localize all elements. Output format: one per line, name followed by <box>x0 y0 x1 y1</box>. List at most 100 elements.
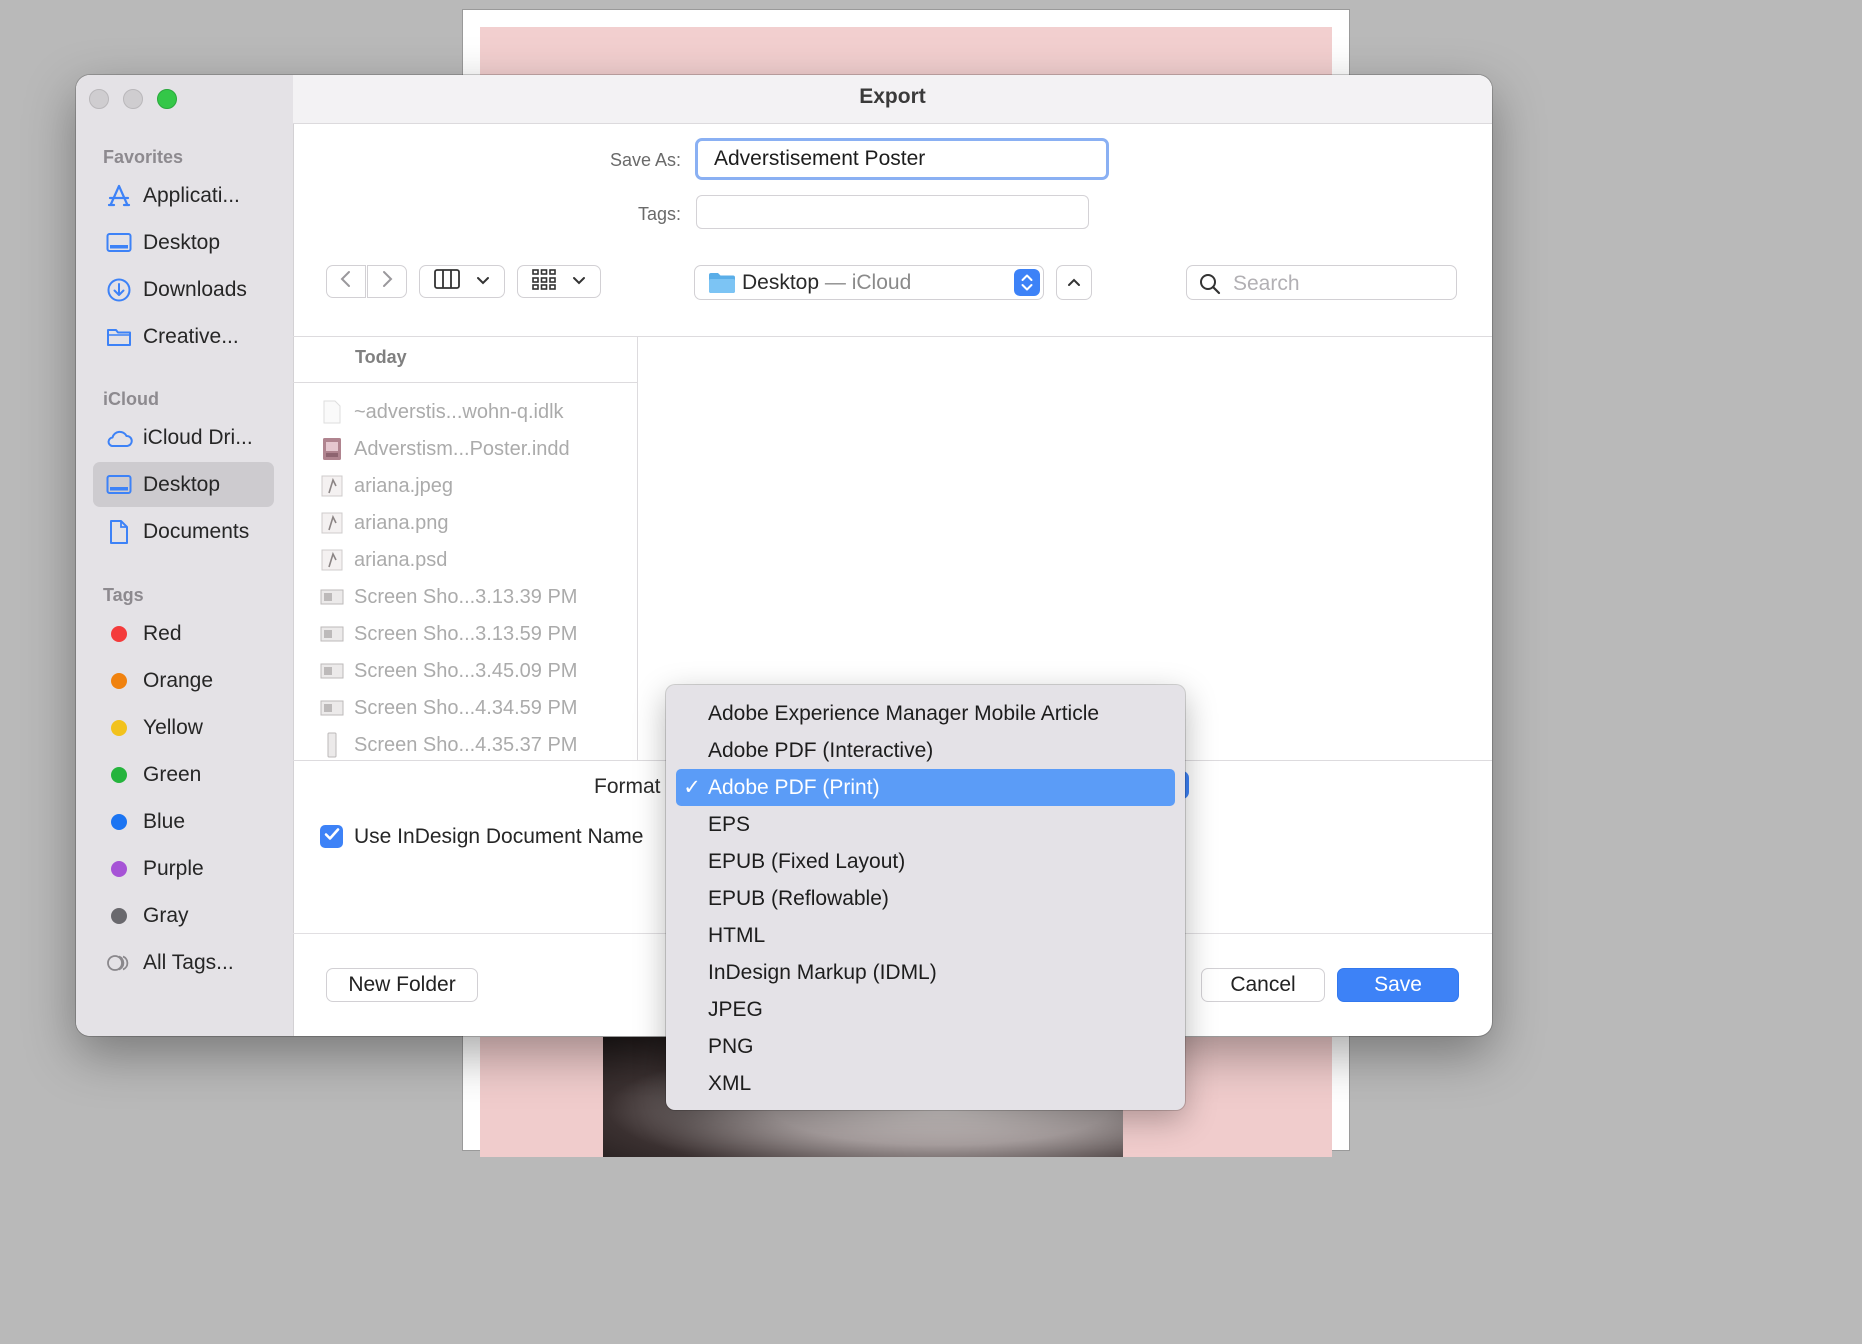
file-name: Adverstism...Poster.indd <box>354 437 570 460</box>
column-divider <box>637 336 638 760</box>
folder-icon <box>708 272 736 299</box>
sidebar-item-label: Documents <box>143 519 250 543</box>
sidebar-tag-orange[interactable]: Orange <box>93 658 274 703</box>
sidebar-item-downloads[interactable]: Downloads <box>93 267 274 312</box>
menu-item-aem-mobile-article[interactable]: Adobe Experience Manager Mobile Article <box>676 695 1175 732</box>
menu-item-jpeg[interactable]: JPEG <box>676 991 1175 1028</box>
screenshot-file-icon <box>320 584 344 610</box>
menu-item-epub-reflowable[interactable]: EPUB (Reflowable) <box>676 880 1175 917</box>
menu-item-idml[interactable]: InDesign Markup (IDML) <box>676 954 1175 991</box>
save-button[interactable]: Save <box>1337 968 1459 1002</box>
sidebar-tag-yellow[interactable]: Yellow <box>93 705 274 750</box>
checkmark-icon <box>324 827 340 846</box>
list-item[interactable]: Screen Sho...4.35.37 PM <box>320 730 577 760</box>
sidebar: Favorites Applicati... Desktop Downloads… <box>76 75 294 1036</box>
sidebar-item-desktop-favorite[interactable]: Desktop <box>93 220 274 265</box>
file-name: ariana.png <box>354 511 449 534</box>
title-bar: Export <box>293 75 1492 124</box>
sidebar-tag-blue[interactable]: Blue <box>93 799 274 844</box>
file-name: Screen Sho...3.45.09 PM <box>354 659 578 682</box>
use-document-name-checkbox[interactable] <box>320 825 343 848</box>
checkmark-icon: ✓ <box>683 776 701 799</box>
list-item[interactable]: Adverstism...Poster.indd <box>320 434 570 464</box>
menu-item-pdf-interactive[interactable]: Adobe PDF (Interactive) <box>676 732 1175 769</box>
list-item[interactable]: ~adverstis...wohn-q.idlk <box>320 397 564 427</box>
file-name: Screen Sho...3.13.59 PM <box>354 622 578 645</box>
menu-item-label: XML <box>708 1071 752 1095</box>
zoom-window-button[interactable] <box>157 89 177 109</box>
columns-view-icon <box>434 269 460 294</box>
folder-icon <box>105 323 133 351</box>
chevron-right-icon <box>380 269 394 294</box>
list-item[interactable]: Screen Sho...3.45.09 PM <box>320 656 577 686</box>
sidebar-item-label: Desktop <box>143 472 221 496</box>
location-popup[interactable]: Desktop — iCloud <box>694 265 1044 300</box>
list-item[interactable]: ariana.png <box>320 508 449 538</box>
image-file-icon <box>320 473 344 499</box>
sidebar-item-label: Downloads <box>143 277 247 301</box>
menu-item-png[interactable]: PNG <box>676 1028 1175 1065</box>
indesign-file-icon <box>320 436 344 462</box>
list-item[interactable]: Screen Sho...3.13.59 PM <box>320 619 577 649</box>
gray-tag-icon <box>105 902 133 930</box>
sidebar-tag-red[interactable]: Red <box>93 611 274 656</box>
group-by-button[interactable] <box>517 265 601 298</box>
sidebar-item-label: Purple <box>143 856 204 880</box>
sidebar-item-desktop-icloud[interactable]: Desktop <box>93 462 274 507</box>
cancel-button[interactable]: Cancel <box>1201 968 1325 1002</box>
purple-tag-icon <box>105 855 133 883</box>
menu-item-epub-fixed[interactable]: EPUB (Fixed Layout) <box>676 843 1175 880</box>
file-name: ariana.jpeg <box>354 474 453 497</box>
close-window-button[interactable] <box>89 89 109 109</box>
screenshot-file-icon <box>320 732 344 758</box>
sidebar-all-tags[interactable]: All Tags... <box>93 940 274 985</box>
tags-input[interactable] <box>696 195 1089 229</box>
sidebar-item-icloud-drive[interactable]: iCloud Dri... <box>93 415 274 460</box>
location-separator: — <box>819 271 852 294</box>
list-item[interactable]: Screen Sho...4.34.59 PM <box>320 693 577 723</box>
applications-icon <box>105 182 133 210</box>
menu-item-label: EPUB (Fixed Layout) <box>708 849 906 873</box>
sidebar-item-label: Green <box>143 762 202 786</box>
screenshot-file-icon <box>320 658 344 684</box>
list-item[interactable]: ariana.jpeg <box>320 471 453 501</box>
menu-item-eps[interactable]: EPS <box>676 806 1175 843</box>
sidebar-item-label: Applicati... <box>143 183 240 207</box>
sidebar-tag-green[interactable]: Green <box>93 752 274 797</box>
forward-button[interactable] <box>367 265 407 298</box>
use-document-name-label: Use InDesign Document Name <box>354 825 644 848</box>
sidebar-header-icloud: iCloud <box>103 389 159 409</box>
sidebar-item-creative[interactable]: Creative... <box>93 314 274 359</box>
sidebar-tag-purple[interactable]: Purple <box>93 846 274 891</box>
chevron-down-icon <box>572 273 586 291</box>
sidebar-item-label: Gray <box>143 903 189 927</box>
toggle-expand-button[interactable] <box>1056 265 1092 300</box>
document-icon <box>105 518 133 546</box>
search-field[interactable]: Search <box>1186 265 1457 300</box>
new-folder-button[interactable]: New Folder <box>326 968 478 1002</box>
menu-item-xml[interactable]: XML <box>676 1065 1175 1102</box>
save-as-label: Save As: <box>609 150 681 170</box>
menu-item-label: Adobe PDF (Print) <box>708 775 880 799</box>
image-file-icon <box>320 510 344 536</box>
grid-view-icon <box>532 268 556 295</box>
list-item[interactable]: ariana.psd <box>320 545 447 575</box>
chevron-down-icon <box>476 273 490 291</box>
location-name: Desktop <box>742 271 820 294</box>
green-tag-icon <box>105 761 133 789</box>
desktop-icon <box>105 471 133 499</box>
menu-item-html[interactable]: HTML <box>676 917 1175 954</box>
sidebar-item-label: All Tags... <box>143 950 234 974</box>
view-mode-button[interactable] <box>419 265 505 298</box>
back-button[interactable] <box>326 265 366 298</box>
sidebar-item-documents[interactable]: Documents <box>93 509 274 554</box>
sidebar-item-applications[interactable]: Applicati... <box>93 173 274 218</box>
menu-item-pdf-print[interactable]: ✓ Adobe PDF (Print) <box>676 769 1175 806</box>
list-item[interactable]: Screen Sho...3.13.39 PM <box>320 582 577 612</box>
menu-item-label: InDesign Markup (IDML) <box>708 960 937 984</box>
menu-item-label: EPS <box>708 812 751 836</box>
chevron-up-icon <box>1067 274 1081 292</box>
save-as-input[interactable]: Adverstisement Poster <box>695 138 1109 180</box>
minimize-window-button[interactable] <box>123 89 143 109</box>
sidebar-tag-gray[interactable]: Gray <box>93 893 274 938</box>
